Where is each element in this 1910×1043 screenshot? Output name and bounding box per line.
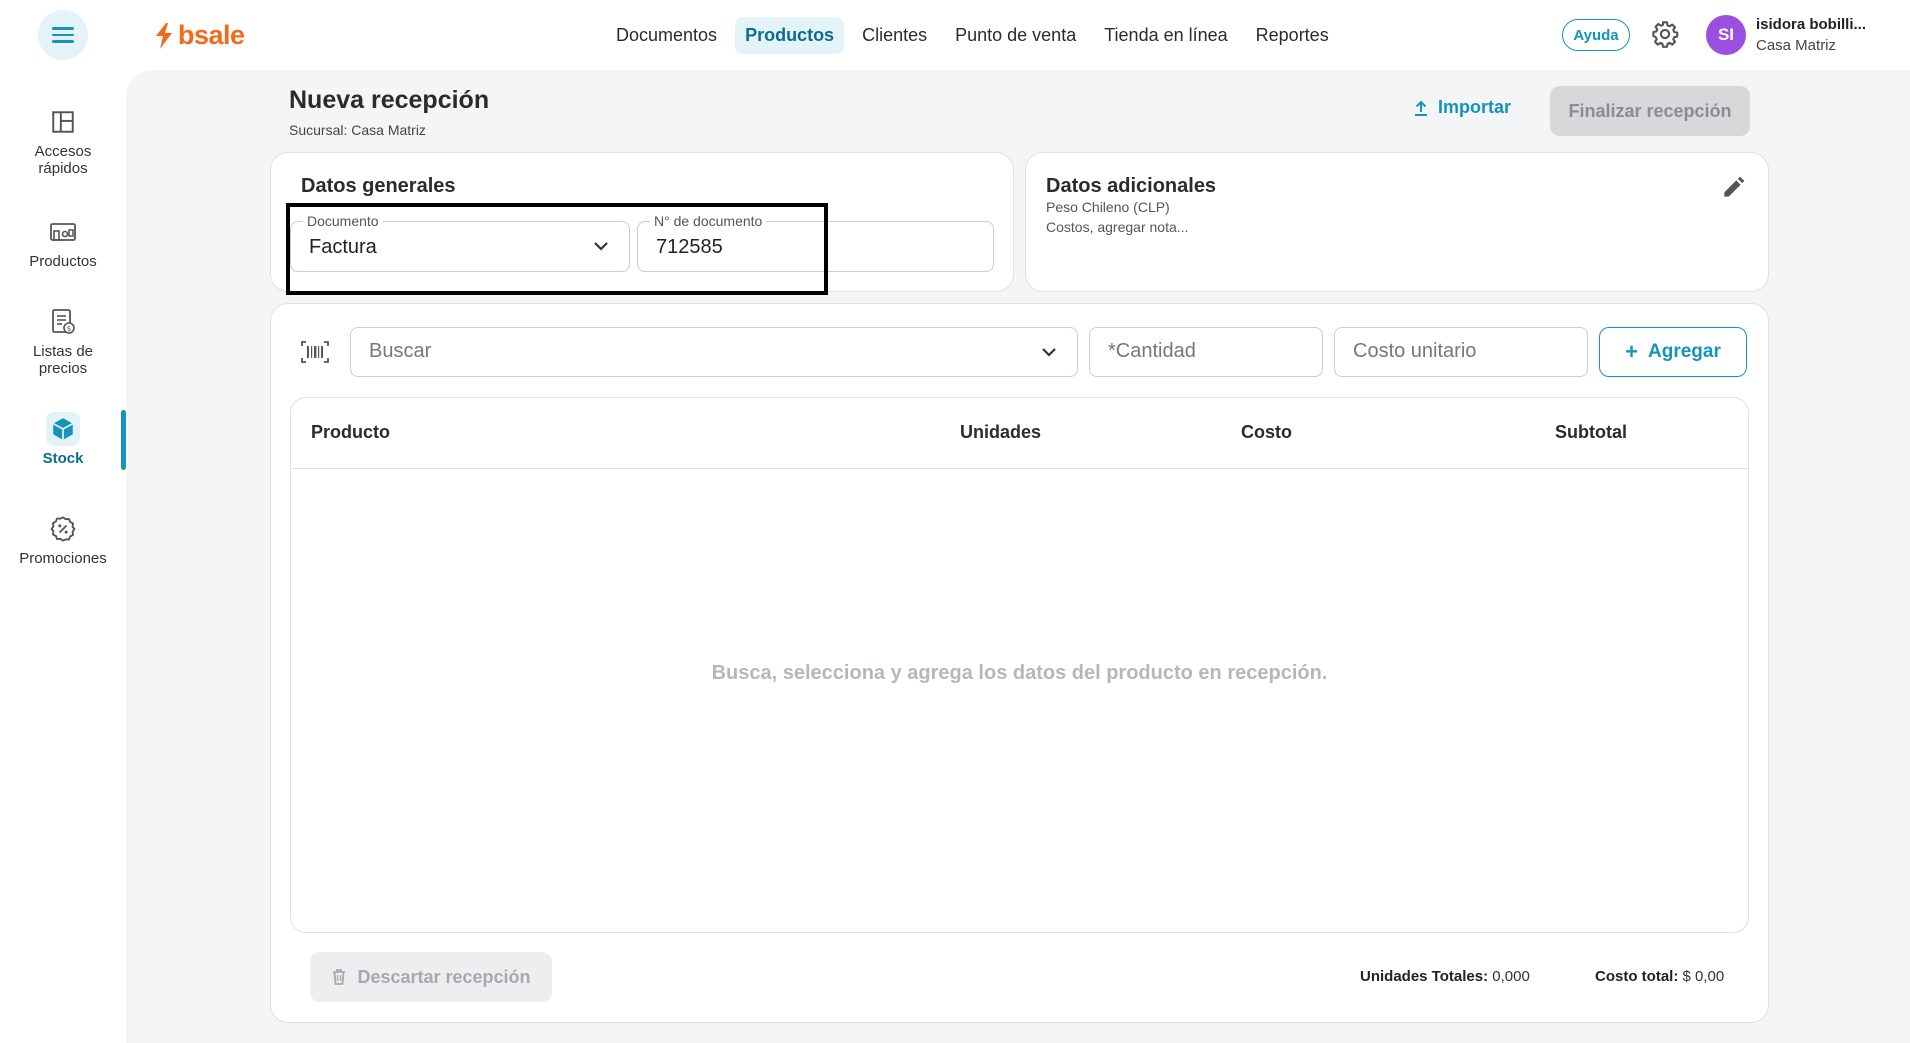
document-type-select[interactable]: Documento Factura bbox=[290, 213, 630, 272]
nav-tienda-en-linea[interactable]: Tienda en línea bbox=[1094, 17, 1237, 54]
total-units-value: 0,000 bbox=[1492, 968, 1530, 985]
sidebar-item-promociones[interactable]: Promociones bbox=[0, 512, 126, 567]
plus-icon: + bbox=[1625, 339, 1638, 364]
additional-data-title: Datos adicionales bbox=[1046, 175, 1217, 197]
chevron-down-icon bbox=[1042, 348, 1056, 357]
document-number-field[interactable]: N° de documento 712585 bbox=[637, 213, 994, 272]
upload-icon bbox=[1415, 100, 1427, 116]
column-header-unidades: Unidades bbox=[960, 422, 1042, 442]
nav-productos[interactable]: Productos bbox=[735, 17, 845, 54]
user-name[interactable]: isidora bobilli... bbox=[1756, 16, 1866, 33]
general-data-title: Datos generales bbox=[301, 175, 456, 197]
import-label: Importar bbox=[1438, 97, 1512, 117]
page-title: Nueva recepción bbox=[289, 86, 490, 114]
column-header-costo: Costo bbox=[1241, 422, 1292, 442]
price-list-icon: $ bbox=[46, 305, 80, 339]
sidebar-item-productos[interactable]: Productos bbox=[0, 215, 126, 270]
total-units: Unidades Totales: 0,000 bbox=[1360, 968, 1530, 985]
page-subtitle: Sucursal: Casa Matriz bbox=[289, 122, 426, 138]
nav-clientes[interactable]: Clientes bbox=[852, 17, 937, 54]
top-bar: bsale Documentos Productos Clientes Punt… bbox=[0, 0, 1910, 70]
sidebar-item-label: Accesos bbox=[34, 143, 92, 160]
avatar[interactable]: SI bbox=[1706, 15, 1746, 55]
bolt-icon bbox=[156, 22, 172, 49]
chevron-down-icon bbox=[594, 242, 608, 251]
menu-button[interactable] bbox=[38, 10, 88, 60]
total-cost: Costo total: $ 0,00 bbox=[1595, 968, 1724, 985]
trash-icon bbox=[333, 969, 346, 985]
box-icon bbox=[46, 412, 80, 446]
bsale-logo[interactable]: bsale bbox=[154, 20, 245, 51]
sidebar-item-label: Productos bbox=[29, 253, 97, 270]
sidebar-item-listas-de-precios[interactable]: $ Listas de precios bbox=[0, 305, 126, 377]
sidebar-item-label: Stock bbox=[42, 450, 84, 467]
import-button[interactable]: Importar bbox=[1412, 97, 1511, 118]
notes-text: Costos, agregar nota... bbox=[1046, 219, 1189, 235]
search-placeholder: Buscar bbox=[369, 340, 432, 362]
nav-reportes[interactable]: Reportes bbox=[1246, 17, 1339, 54]
discount-icon bbox=[46, 512, 80, 546]
unit-cost-input[interactable]: Costo unitario bbox=[1334, 327, 1588, 377]
empty-table-message: Busca, selecciona y agrega los datos del… bbox=[711, 662, 1328, 684]
table-header: Producto Unidades Costo Subtotal bbox=[291, 398, 1748, 469]
nav-punto-de-venta[interactable]: Punto de venta bbox=[945, 17, 1086, 54]
user-branch: Casa Matriz bbox=[1756, 37, 1837, 54]
reception-table: Producto Unidades Costo Subtotal Busca, … bbox=[290, 397, 1749, 933]
quantity-input[interactable]: *Cantidad bbox=[1089, 327, 1323, 377]
total-units-label: Unidades Totales: bbox=[1360, 968, 1489, 985]
sidebar-item-accesos-rapidos[interactable]: Accesos rápidos bbox=[0, 105, 126, 177]
help-button[interactable]: Ayuda bbox=[1562, 19, 1630, 51]
finish-reception-button[interactable]: Finalizar recepción bbox=[1550, 86, 1750, 136]
total-cost-label: Costo total: bbox=[1595, 968, 1679, 985]
document-type-label: Documento bbox=[303, 213, 383, 229]
edit-pencil-icon[interactable] bbox=[1720, 175, 1746, 201]
document-number-value: 712585 bbox=[656, 236, 723, 258]
discard-label: Descartar recepción bbox=[357, 966, 531, 987]
sidebar-item-label: precios bbox=[38, 360, 88, 377]
gear-icon[interactable] bbox=[1651, 20, 1679, 48]
nav-documentos[interactable]: Documentos bbox=[606, 17, 727, 54]
product-search-input[interactable]: Buscar bbox=[350, 327, 1078, 377]
hamburger-icon bbox=[52, 27, 74, 43]
svg-text:$: $ bbox=[67, 325, 71, 333]
document-number-label: N° de documento bbox=[650, 213, 767, 229]
total-cost-value: $ 0,00 bbox=[1682, 968, 1725, 985]
column-header-producto: Producto bbox=[311, 422, 390, 442]
additional-data-card[interactable]: Datos adicionales Peso Chileno (CLP) Cos… bbox=[1025, 152, 1769, 292]
currency-text: Peso Chileno (CLP) bbox=[1046, 199, 1170, 215]
add-label: Agregar bbox=[1648, 341, 1721, 362]
sidebar-item-label: Promociones bbox=[19, 550, 107, 567]
discard-reception-button[interactable]: Descartar recepción bbox=[310, 952, 552, 1002]
products-icon bbox=[46, 215, 80, 249]
quantity-placeholder: *Cantidad bbox=[1108, 340, 1196, 362]
unit-cost-placeholder: Costo unitario bbox=[1353, 340, 1477, 362]
sidebar-item-label: rápidos bbox=[38, 160, 88, 177]
column-header-subtotal: Subtotal bbox=[1555, 422, 1627, 442]
main-nav: Documentos Productos Clientes Punto de v… bbox=[606, 17, 1339, 54]
add-product-button[interactable]: + Agregar bbox=[1599, 327, 1747, 377]
sidebar-item-stock[interactable]: Stock bbox=[0, 412, 126, 467]
barcode-icon[interactable] bbox=[300, 340, 330, 364]
document-type-value: Factura bbox=[309, 236, 377, 258]
logo-text: bsale bbox=[178, 20, 245, 50]
layout-icon bbox=[46, 105, 80, 139]
sidebar-item-label: Listas de bbox=[32, 343, 94, 360]
